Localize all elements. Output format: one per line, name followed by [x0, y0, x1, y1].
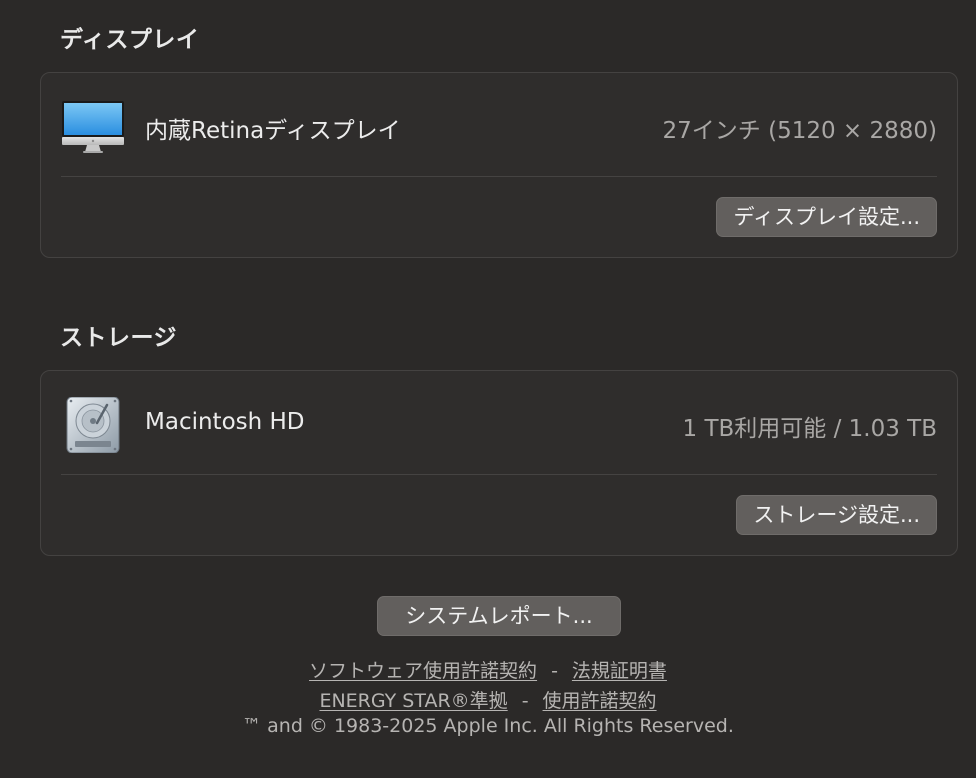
storage-row: Macintosh HD 1 TB利用可能 / 1.03 TB — [61, 371, 937, 475]
storage-settings-button[interactable]: ストレージ設定... — [736, 495, 937, 535]
storage-panel: Macintosh HD 1 TB利用可能 / 1.03 TB ストレージ設定.… — [40, 370, 958, 556]
footer-separator: - — [521, 690, 529, 712]
footer-separator: - — [551, 660, 558, 682]
regulatory-certification-link[interactable]: 法規証明書 — [572, 660, 667, 682]
hard-drive-icon — [66, 397, 120, 453]
footer-links-row-2: ENERGY STAR®準拠 - 使用許諾契約 — [0, 686, 976, 713]
storage-section-title: ストレージ — [60, 325, 178, 351]
display-panel: 内蔵Retinaディスプレイ 27インチ (5120 × 2880) ディスプレ… — [40, 72, 958, 258]
display-settings-button[interactable]: ディスプレイ設定... — [716, 197, 937, 237]
copyright-text: ™ and © 1983-2025 Apple Inc. All Rights … — [242, 715, 734, 737]
energy-star-link[interactable]: ENERGY STAR®準拠 — [319, 690, 507, 712]
license-agreement-link[interactable]: 使用許諾契約 — [543, 690, 657, 712]
storage-name: Macintosh HD — [145, 409, 305, 435]
display-row: 内蔵Retinaディスプレイ 27インチ (5120 × 2880) — [61, 73, 937, 177]
display-section-title: ディスプレイ — [60, 27, 200, 53]
software-license-link[interactable]: ソフトウェア使用許諾契約 — [309, 660, 537, 682]
storage-capacity-value: 1 TB利用可能 / 1.03 TB — [682, 416, 938, 442]
display-name: 内蔵Retinaディスプレイ — [145, 118, 401, 144]
imac-icon — [62, 101, 124, 153]
display-size-value: 27インチ (5120 × 2880) — [662, 118, 937, 144]
footer-links-row-1: ソフトウェア使用許諾契約 - 法規証明書 — [0, 656, 976, 683]
system-report-button[interactable]: システムレポート... — [377, 596, 621, 636]
